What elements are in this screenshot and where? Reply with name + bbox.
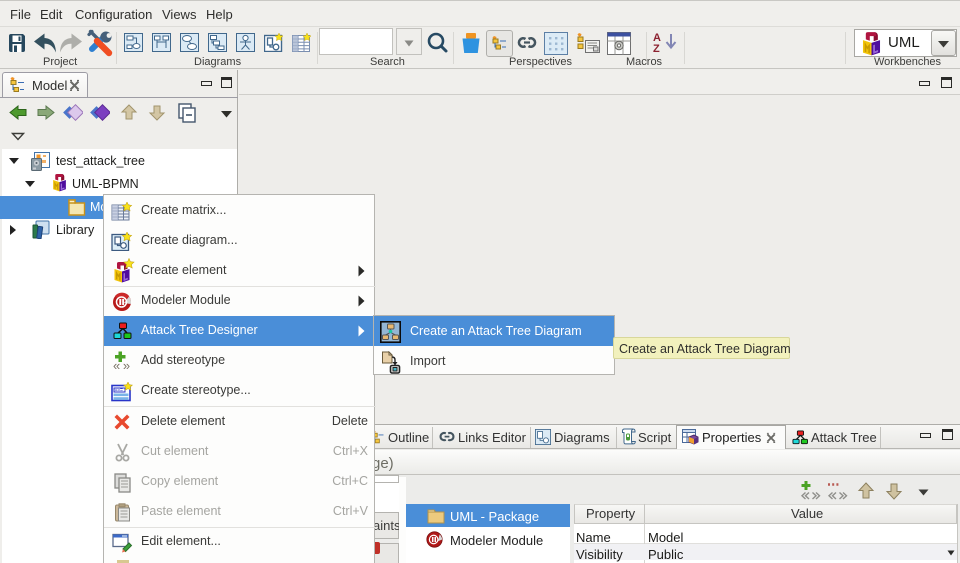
- svg-text:« »: « »: [113, 358, 130, 371]
- svg-text:«»=: «»=: [115, 388, 124, 394]
